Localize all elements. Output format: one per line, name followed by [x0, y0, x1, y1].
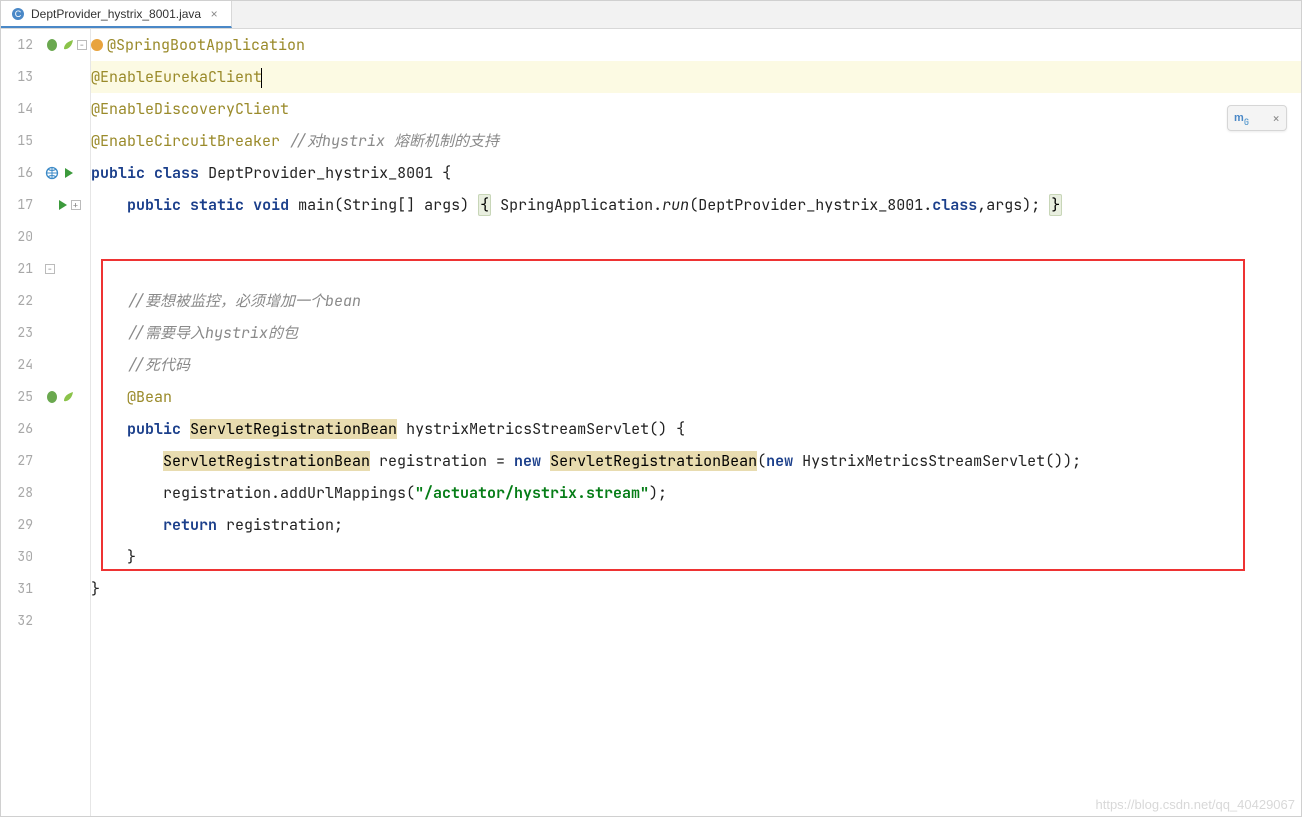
spring-leaf-icon: [61, 38, 75, 52]
editor-tab-title: DeptProvider_hystrix_8001.java: [31, 7, 201, 21]
gutter-row: [41, 573, 90, 605]
line-number: 15: [1, 125, 33, 157]
floating-widget-close[interactable]: ×: [1272, 110, 1280, 127]
fold-toggle[interactable]: −: [77, 40, 87, 50]
svg-text:C: C: [15, 9, 22, 19]
gutter-row: [41, 349, 90, 381]
gutter-row: [41, 93, 90, 125]
gutter-row: [41, 509, 90, 541]
code-line[interactable]: @Bean: [91, 381, 1301, 413]
code-line-current[interactable]: @EnableEurekaClient: [91, 61, 1301, 93]
floating-widget-icon: mG: [1234, 108, 1249, 128]
code-line[interactable]: return registration;: [91, 509, 1301, 541]
line-number: 31: [1, 573, 33, 605]
icon-gutter: − + −: [41, 29, 91, 816]
line-number: 29: [1, 509, 33, 541]
fold-toggle[interactable]: −: [45, 264, 55, 274]
line-number: 12: [1, 29, 33, 61]
line-number: 30: [1, 541, 33, 573]
line-number: 27: [1, 445, 33, 477]
gutter-row: −: [41, 253, 90, 285]
spring-leaf-icon: [61, 390, 75, 404]
spring-bean-icon: [45, 390, 59, 404]
run-icon: [61, 166, 75, 180]
tab-close-button[interactable]: ×: [207, 7, 221, 21]
code-line[interactable]: public ServletRegistrationBean hystrixMe…: [91, 413, 1301, 445]
editor-tab-active[interactable]: C DeptProvider_hystrix_8001.java ×: [1, 1, 232, 28]
code-line[interactable]: [91, 221, 1301, 253]
line-number: 24: [1, 349, 33, 381]
gutter-row: [41, 605, 90, 637]
code-line[interactable]: @SpringBootApplication: [91, 29, 1301, 61]
code-editor[interactable]: 12 13 14 15 16 17 20 21 22 23 24 25 26 2…: [1, 29, 1301, 816]
ide-root: C DeptProvider_hystrix_8001.java × 12 13…: [0, 0, 1302, 817]
editor-tab-bar: C DeptProvider_hystrix_8001.java ×: [1, 1, 1301, 29]
line-number: 28: [1, 477, 33, 509]
code-line[interactable]: }: [91, 573, 1301, 605]
code-line[interactable]: //要想被监控，必须增加一个bean: [91, 285, 1301, 317]
code-line[interactable]: //需要导入hystrix的包: [91, 317, 1301, 349]
line-number: 13: [1, 61, 33, 93]
floating-widget[interactable]: mG ×: [1227, 105, 1287, 131]
code-line[interactable]: public class DeptProvider_hystrix_8001 {: [91, 157, 1301, 189]
java-class-icon: C: [11, 7, 25, 21]
gutter-row: [41, 477, 90, 509]
line-number: 23: [1, 317, 33, 349]
line-number: 17: [1, 189, 33, 221]
code-line[interactable]: [91, 253, 1301, 285]
code-content[interactable]: @SpringBootApplication @EnableEurekaClie…: [91, 29, 1301, 816]
line-number: 22: [1, 285, 33, 317]
gutter-row: [41, 413, 90, 445]
line-number: 21: [1, 253, 33, 285]
gutter-row: [41, 541, 90, 573]
fold-toggle[interactable]: +: [71, 200, 81, 210]
code-line[interactable]: //死代码: [91, 349, 1301, 381]
annotation-bulb-icon: [91, 39, 103, 51]
code-line[interactable]: [91, 605, 1301, 637]
spring-bean-icon: [45, 38, 59, 52]
gutter-row[interactable]: −: [41, 29, 90, 61]
gutter-row: [41, 445, 90, 477]
code-line[interactable]: @EnableDiscoveryClient: [91, 93, 1301, 125]
line-number: 25: [1, 381, 33, 413]
gutter-row[interactable]: +: [41, 189, 90, 221]
gutter-row: [41, 285, 90, 317]
line-number: 20: [1, 221, 33, 253]
gutter-row: [41, 61, 90, 93]
gutter-row: [41, 221, 90, 253]
gutter-row[interactable]: [41, 157, 90, 189]
web-icon: [45, 166, 59, 180]
code-line[interactable]: @EnableCircuitBreaker //对hystrix 熔断机制的支持: [91, 125, 1301, 157]
text-caret: [261, 68, 262, 88]
run-icon: [55, 198, 69, 212]
code-line[interactable]: }: [91, 541, 1301, 573]
line-number: 32: [1, 605, 33, 637]
gutter-row: [41, 125, 90, 157]
line-number: 26: [1, 413, 33, 445]
code-line[interactable]: public static void main(String[] args) {…: [91, 189, 1301, 221]
line-number-gutter: 12 13 14 15 16 17 20 21 22 23 24 25 26 2…: [1, 29, 41, 816]
gutter-row: [41, 317, 90, 349]
code-line[interactable]: registration.addUrlMappings("/actuator/h…: [91, 477, 1301, 509]
code-line[interactable]: ServletRegistrationBean registration = n…: [91, 445, 1301, 477]
line-number: 14: [1, 93, 33, 125]
line-number: 16: [1, 157, 33, 189]
gutter-row[interactable]: [41, 381, 90, 413]
